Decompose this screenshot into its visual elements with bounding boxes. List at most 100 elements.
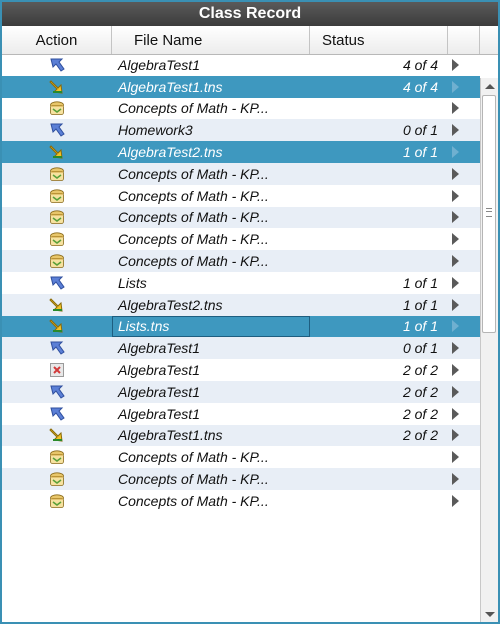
expand-arrow-icon[interactable] xyxy=(448,141,480,163)
expand-arrow-icon[interactable] xyxy=(448,403,480,425)
status-cell xyxy=(310,185,448,207)
basket-icon[interactable] xyxy=(2,185,112,207)
table-row[interactable]: AlgebraTest2.tns 1 of 1 xyxy=(2,141,480,163)
status-cell xyxy=(310,228,448,250)
table-row[interactable]: Concepts of Math - KP... xyxy=(2,468,480,490)
table-row[interactable]: AlgebraTest1 2 of 2 xyxy=(2,380,480,403)
basket-icon[interactable] xyxy=(2,98,112,120)
file-name-cell[interactable]: Concepts of Math - KP... xyxy=(112,98,310,120)
scroll-up-button[interactable] xyxy=(481,78,498,94)
expand-arrow-icon[interactable] xyxy=(448,228,480,250)
file-name-cell[interactable]: Concepts of Math - KP... xyxy=(112,185,310,207)
column-header-action[interactable]: Action xyxy=(2,26,112,54)
vertical-scrollbar[interactable] xyxy=(480,78,498,622)
arrow-yellow-icon[interactable] xyxy=(2,425,112,447)
table-row[interactable]: AlgebraTest1.tns 2 of 2 xyxy=(2,424,480,447)
file-name-cell[interactable]: Concepts of Math - KP... xyxy=(112,490,310,512)
table-row[interactable]: AlgebraTest1 4 of 4 xyxy=(2,54,480,76)
file-name-cell[interactable]: Concepts of Math - KP... xyxy=(112,468,310,490)
table-row[interactable]: Concepts of Math - KP... xyxy=(2,98,480,120)
file-name-cell[interactable]: Homework3 xyxy=(112,119,310,141)
column-header-status[interactable]: Status xyxy=(310,26,448,54)
arrow-blue-icon[interactable] xyxy=(2,272,112,294)
file-name-cell[interactable]: Lists.tns xyxy=(112,315,310,338)
status-cell: 1 of 1 xyxy=(402,144,438,161)
expand-arrow-icon[interactable] xyxy=(448,119,480,141)
expand-arrow-icon[interactable] xyxy=(448,381,480,403)
expand-arrow-icon[interactable] xyxy=(448,207,480,229)
arrow-blue-icon[interactable] xyxy=(2,54,112,76)
file-name-cell[interactable]: Concepts of Math - KP... xyxy=(112,446,310,468)
file-name-cell[interactable]: Concepts of Math - KP... xyxy=(112,228,310,250)
arrow-yellow-icon[interactable] xyxy=(2,76,112,98)
expand-arrow-icon[interactable] xyxy=(448,76,480,98)
table-row[interactable]: AlgebraTest1 2 of 2 xyxy=(2,359,480,381)
expand-arrow-icon[interactable] xyxy=(448,337,480,359)
expand-arrow-icon[interactable] xyxy=(448,250,480,272)
arrow-yellow-icon[interactable] xyxy=(2,316,112,338)
table-row[interactable]: AlgebraTest1.tns 4 of 4 xyxy=(2,75,480,98)
file-name-cell[interactable]: Lists xyxy=(112,272,310,294)
arrow-blue-icon[interactable] xyxy=(2,119,112,141)
basket-icon[interactable] xyxy=(2,207,112,229)
class-record-panel: Class Record Action File Name Status Alg… xyxy=(0,0,500,624)
file-name-cell[interactable]: AlgebraTest1.tns xyxy=(112,425,310,447)
table-row[interactable]: Concepts of Math - KP... xyxy=(2,446,480,468)
basket-icon[interactable] xyxy=(2,468,112,490)
arrow-yellow-icon[interactable] xyxy=(2,141,112,163)
expand-arrow-icon[interactable] xyxy=(448,294,480,316)
file-name-cell[interactable]: AlgebraTest1 xyxy=(112,337,310,359)
expand-arrow-icon[interactable] xyxy=(448,468,480,490)
scroll-down-icon xyxy=(484,611,495,617)
expand-arrow-icon[interactable] xyxy=(448,490,480,512)
expand-arrow-icon[interactable] xyxy=(448,359,480,381)
expand-arrow-icon[interactable] xyxy=(448,98,480,120)
file-name-cell[interactable]: AlgebraTest2.tns xyxy=(112,141,310,163)
table-row[interactable]: AlgebraTest2.tns 1 of 1 xyxy=(2,293,480,316)
expand-arrow-icon[interactable] xyxy=(448,446,480,468)
basket-icon[interactable] xyxy=(2,228,112,250)
arrow-blue-icon[interactable] xyxy=(2,381,112,403)
table-row[interactable]: Concepts of Math - KP... xyxy=(2,162,480,185)
scroll-down-button[interactable] xyxy=(481,606,498,622)
column-header-file-name[interactable]: File Name xyxy=(112,26,310,54)
column-header: Action File Name Status xyxy=(2,26,498,55)
file-name-cell[interactable]: Concepts of Math - KP... xyxy=(112,250,310,272)
file-name-cell[interactable]: AlgebraTest1 xyxy=(112,54,310,76)
status-cell xyxy=(310,207,448,229)
file-name-cell[interactable]: AlgebraTest2.tns xyxy=(112,294,310,316)
file-name-cell[interactable]: AlgebraTest1.tns xyxy=(112,76,310,98)
file-name-cell[interactable]: AlgebraTest1 xyxy=(112,403,310,425)
arrow-yellow-icon[interactable] xyxy=(2,294,112,316)
expand-arrow-icon[interactable] xyxy=(448,425,480,447)
expand-arrow-icon[interactable] xyxy=(448,163,480,185)
basket-icon[interactable] xyxy=(2,250,112,272)
file-name-cell[interactable]: AlgebraTest1 xyxy=(112,381,310,403)
table-row[interactable]: Concepts of Math - KP... xyxy=(2,228,480,250)
table-row[interactable]: Concepts of Math - KP... xyxy=(2,206,480,229)
status-cell xyxy=(310,468,448,490)
expand-arrow-icon[interactable] xyxy=(448,54,480,76)
table-row[interactable]: Concepts of Math - KP... xyxy=(2,250,480,272)
arrow-blue-icon[interactable] xyxy=(2,337,112,359)
arrow-blue-icon[interactable] xyxy=(2,403,112,425)
basket-icon[interactable] xyxy=(2,490,112,512)
table-row[interactable]: AlgebraTest1 2 of 2 xyxy=(2,403,480,425)
table-row[interactable]: Lists 1 of 1 xyxy=(2,272,480,294)
delete-icon[interactable] xyxy=(2,359,112,381)
file-name-cell[interactable]: Concepts of Math - KP... xyxy=(112,163,310,185)
basket-icon[interactable] xyxy=(2,163,112,185)
table-row[interactable]: Concepts of Math - KP... xyxy=(2,490,480,512)
table-row[interactable]: Concepts of Math - KP... xyxy=(2,185,480,207)
file-name-cell[interactable]: AlgebraTest1 xyxy=(112,359,310,381)
basket-icon[interactable] xyxy=(2,446,112,468)
table-row[interactable]: Homework3 0 of 1 xyxy=(2,119,480,142)
expand-arrow-icon[interactable] xyxy=(448,185,480,207)
status-cell xyxy=(310,446,448,468)
scroll-thumb[interactable] xyxy=(482,95,496,333)
file-name-cell[interactable]: Concepts of Math - KP... xyxy=(112,207,310,229)
expand-arrow-icon[interactable] xyxy=(448,316,480,338)
table-row[interactable]: Lists.tns 1 of 1 xyxy=(2,315,480,338)
expand-arrow-icon[interactable] xyxy=(448,272,480,294)
table-row[interactable]: AlgebraTest1 0 of 1 xyxy=(2,337,480,360)
